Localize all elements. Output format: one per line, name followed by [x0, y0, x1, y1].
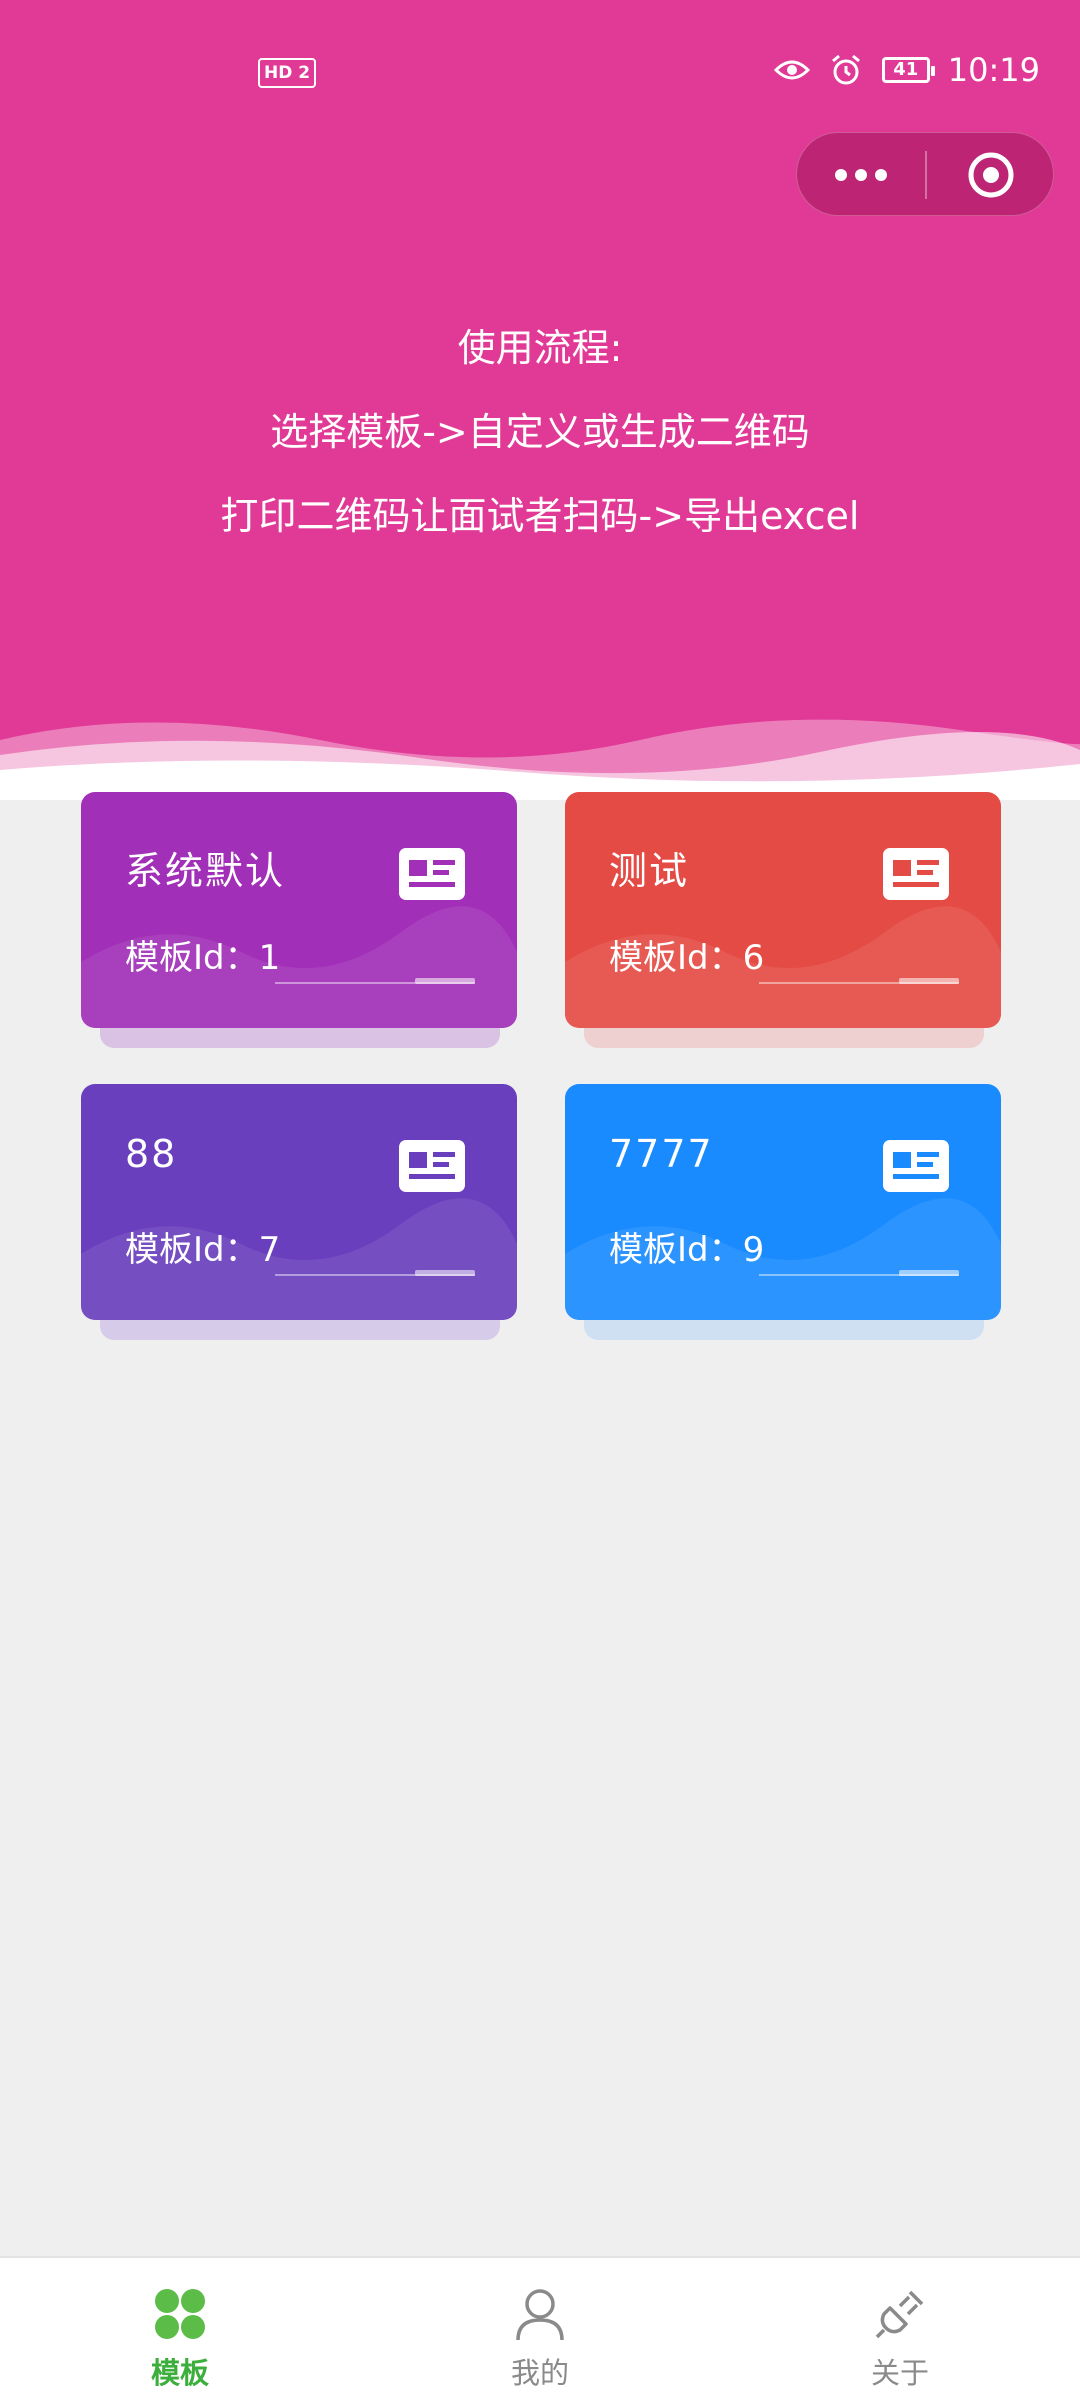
template-name: 88: [125, 1132, 178, 1176]
tab-templates[interactable]: 模板: [90, 2258, 270, 2402]
id-underline-accent: [415, 978, 475, 984]
id-card-icon: [883, 848, 949, 900]
battery-icon: 41: [881, 57, 935, 83]
template-id: 模板Id：1: [125, 938, 281, 978]
user-icon: [516, 2289, 564, 2341]
tab-mine[interactable]: 我的: [450, 2258, 630, 2402]
template-name: 系统默认: [125, 849, 286, 893]
template-grid-icon: [155, 2289, 205, 2339]
template-card-7777[interactable]: 7777 模板Id：9: [565, 1084, 1001, 1320]
template-name: 测试: [609, 849, 690, 893]
clock: 10:19: [947, 51, 1040, 89]
hd-badge: HD 2: [258, 58, 317, 88]
id-underline-accent: [899, 1270, 959, 1276]
plug-icon: [875, 2290, 924, 2339]
template-card-default[interactable]: 系统默认 模板Id：1: [81, 792, 517, 1028]
id-underline-accent: [899, 978, 959, 984]
id-card-icon: [883, 1140, 949, 1192]
id-underline-accent: [415, 1270, 475, 1276]
close-miniprogram-button[interactable]: [927, 133, 1055, 217]
target-icon: [968, 152, 1014, 198]
tab-label: 模板: [150, 2356, 209, 2390]
template-id: 模板Id：7: [125, 1230, 281, 1270]
alarm-icon: [828, 52, 864, 88]
intro-step-2: 打印二维码让面试者扫码->导出excel: [220, 494, 860, 538]
status-bar: HD 2 41 10:19: [0, 40, 1080, 100]
tab-about[interactable]: 关于: [810, 2258, 990, 2402]
tab-label: 我的: [510, 2356, 569, 2390]
template-card-test[interactable]: 测试 模板Id：6: [565, 792, 1001, 1028]
bottom-tab-bar: 模板 我的 关于: [0, 2256, 1080, 2402]
id-card-icon: [399, 1140, 465, 1192]
template-card-88[interactable]: 88 模板Id：7: [81, 1084, 517, 1320]
intro-step-1: 选择模板->自定义或生成二维码: [270, 410, 810, 454]
intro-title: 使用流程:: [457, 326, 623, 370]
miniprogram-capsule: [796, 132, 1054, 216]
template-name: 7777: [609, 1132, 714, 1176]
id-card-icon: [399, 848, 465, 900]
template-id: 模板Id：6: [609, 938, 765, 978]
tab-label: 关于: [870, 2356, 929, 2390]
eye-icon: [773, 52, 810, 88]
usage-instructions: 使用流程: 选择模板->自定义或生成二维码 打印二维码让面试者扫码->导出exc…: [0, 318, 1080, 570]
header-banner: HD 2 41 10:19 使用流程: 选择模板->自定义或生成二维码 打印二维…: [0, 0, 1080, 800]
more-menu-button[interactable]: [797, 133, 925, 217]
wave-decoration: [0, 719, 1080, 800]
template-id: 模板Id：9: [609, 1230, 765, 1270]
